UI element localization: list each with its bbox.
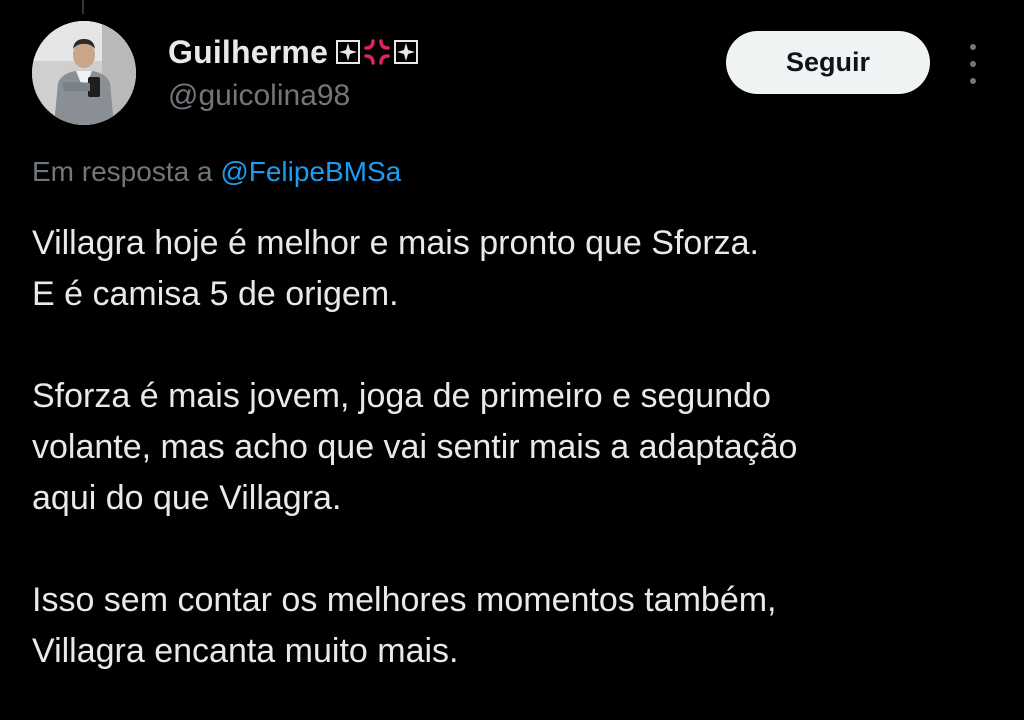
more-dot xyxy=(970,78,976,84)
reply-prefix: Em resposta a xyxy=(32,156,213,187)
avatar-photo xyxy=(32,21,136,125)
author-name-row[interactable]: Guilherme xyxy=(168,30,420,74)
cross-pattee-icon xyxy=(336,40,361,64)
more-dot xyxy=(970,44,976,50)
tweet-line: Sforza é mais jovem, joga de primeiro e … xyxy=(32,377,771,415)
tweet-line: aqui do que Villagra. xyxy=(32,479,342,517)
author-info: Guilherme @guicolina98 xyxy=(168,30,420,114)
reply-context: Em resposta a @FelipeBMSa xyxy=(32,152,401,192)
author-handle[interactable]: @guicolina98 xyxy=(168,78,420,114)
name-emojis xyxy=(336,37,420,67)
tweet-text: Villagra hoje é melhor e mais pronto que… xyxy=(32,218,992,677)
follow-button[interactable]: Seguir xyxy=(726,31,930,94)
reply-mention-link[interactable]: @FelipeBMSa xyxy=(220,156,401,187)
tweet-line: Villagra hoje é melhor e mais pronto que… xyxy=(32,224,759,262)
more-vertical-icon[interactable] xyxy=(962,44,984,84)
tweet-line: volante, mas acho que vai sentir mais a … xyxy=(32,428,798,466)
avatar[interactable] xyxy=(32,21,136,125)
cross-pattee-icon xyxy=(394,40,419,64)
author-display-name[interactable]: Guilherme xyxy=(168,34,328,71)
tweet-line: Villagra encanta muito mais. xyxy=(32,632,459,670)
anger-symbol-icon xyxy=(364,39,390,65)
more-dot xyxy=(970,61,976,67)
tweet-line: Isso sem contar os melhores momentos tam… xyxy=(32,581,777,619)
tweet-line: E é camisa 5 de origem. xyxy=(32,275,399,313)
thread-connector-line xyxy=(82,0,84,14)
